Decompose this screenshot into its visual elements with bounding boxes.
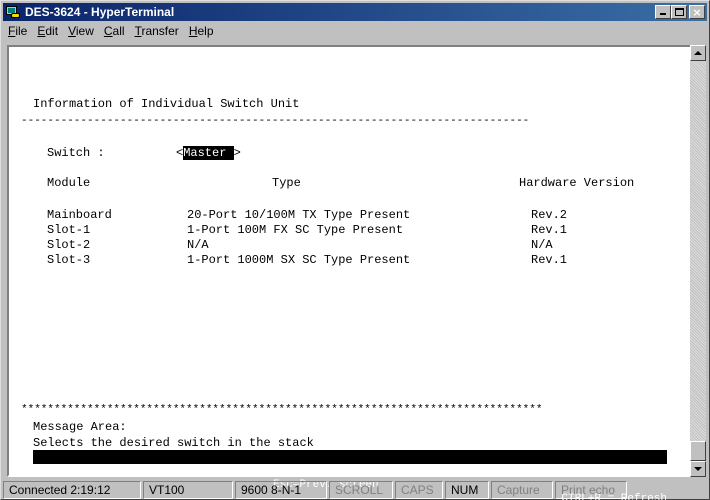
arrow-down-icon — [694, 467, 702, 471]
key-hint-bar: CTRL+T=Root screen Esc=Prev. screen CTRL… — [33, 450, 667, 500]
switch-label: Switch : — [47, 146, 105, 160]
row-type: 1-Port 100M FX SC Type Present — [187, 223, 404, 237]
status-caps: CAPS — [395, 481, 443, 499]
switch-value[interactable]: Master — [183, 146, 227, 160]
row-type: 1-Port 1000M SX SC Type Present — [187, 253, 411, 267]
screen-heading: Information of Individual Switch Unit — [33, 97, 300, 111]
row-hardware: Rev.1 — [531, 223, 568, 237]
maximize-icon — [675, 8, 684, 16]
row-module: Slot-2 — [47, 238, 91, 252]
minimize-icon — [660, 13, 666, 15]
message-text: Selects the desired switch in the stack — [33, 436, 314, 450]
status-num: NUM — [445, 481, 489, 499]
hyperterminal-app-icon[interactable] — [5, 4, 21, 20]
star-separator: ****************************************… — [21, 404, 543, 416]
menu-file[interactable]: File — [3, 24, 32, 38]
root-screen-hint: CTRL+T=Root screen — [33, 465, 152, 477]
status-port-settings: 9600 8-N-1 — [235, 481, 327, 499]
close-button[interactable]: × — [689, 5, 705, 19]
scroll-down-button[interactable] — [690, 461, 706, 477]
scroll-up-button[interactable] — [690, 45, 706, 61]
dash-separator: ----------------------------------------… — [21, 115, 530, 127]
row-module: Mainboard — [47, 208, 112, 222]
row-type: 20-Port 10/100M TX Type Present — [187, 208, 411, 222]
row-type: N/A — [187, 238, 209, 252]
vertical-scrollbar[interactable] — [690, 45, 706, 477]
menu-view[interactable]: View — [63, 24, 99, 38]
menu-edit[interactable]: Edit — [32, 24, 63, 38]
status-emulation: VT100 — [143, 481, 233, 499]
column-hardware-version: Hardware Version — [519, 176, 635, 190]
arrow-up-icon — [694, 51, 702, 55]
window-title: DES-3624 - HyperTerminal — [25, 5, 175, 19]
row-hardware: Rev.1 — [531, 253, 568, 267]
hyperterminal-window: DES-3624 - HyperTerminal × File Edit Vie… — [0, 0, 710, 500]
scroll-track[interactable] — [690, 61, 706, 461]
title-bar[interactable]: DES-3624 - HyperTerminal × — [3, 3, 707, 21]
column-module: Module — [47, 176, 91, 190]
status-bar: Connected 2:19:12 VT100 9600 8-N-1 SCROL… — [3, 481, 707, 499]
menu-help[interactable]: Help — [184, 24, 219, 38]
scroll-thumb[interactable] — [690, 441, 706, 461]
row-module: Slot-3 — [47, 253, 91, 267]
menu-bar: File Edit View Call Transfer Help — [3, 22, 707, 40]
status-connected: Connected 2:19:12 — [3, 481, 141, 499]
menu-call[interactable]: Call — [99, 24, 130, 38]
menu-transfer[interactable]: Transfer — [130, 24, 184, 38]
terminal-screen[interactable]: Information of Individual Switch Unit --… — [21, 51, 671, 466]
minimize-button[interactable] — [655, 5, 671, 19]
message-area-label: Message Area: — [33, 420, 127, 434]
status-scroll: SCROLL — [329, 481, 393, 499]
status-capture: Capture — [491, 481, 553, 499]
close-icon: × — [692, 5, 702, 19]
row-hardware: Rev.2 — [531, 208, 568, 222]
row-module: Slot-1 — [47, 223, 91, 237]
column-type: Type — [272, 176, 301, 190]
maximize-button[interactable] — [671, 5, 687, 19]
row-hardware: N/A — [531, 238, 553, 252]
status-print-echo: Print echo — [555, 481, 627, 499]
switch-selector[interactable]: <Master > — [176, 146, 241, 160]
